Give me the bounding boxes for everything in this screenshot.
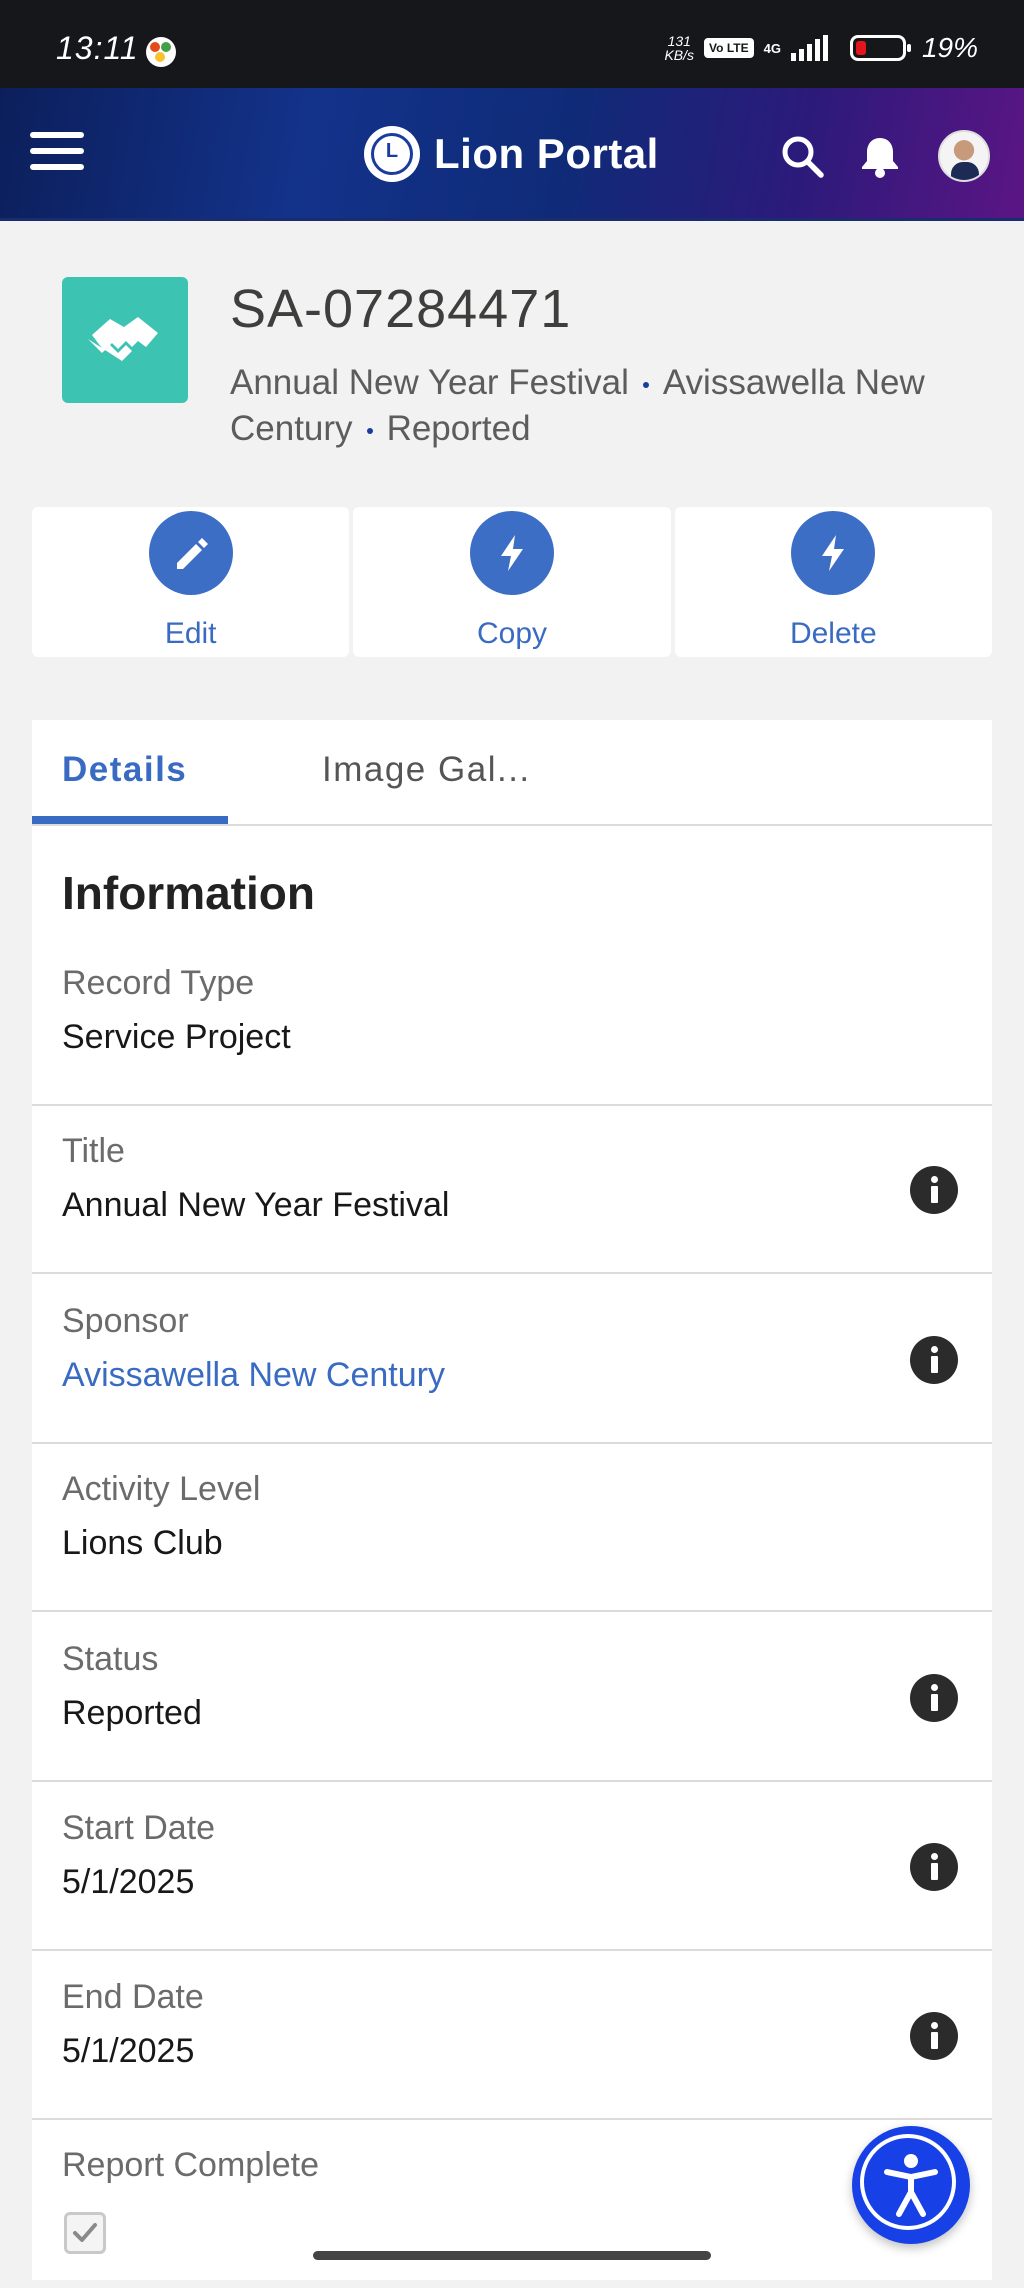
lightning-icon <box>791 511 876 595</box>
field-activity-level: Activity Level Lions Club <box>32 1444 992 1612</box>
field-value: Annual New Year Festival <box>62 1186 450 1224</box>
network-type: 4G <box>763 40 781 56</box>
field-label: Activity Level <box>62 1470 261 1508</box>
hamburger-menu-icon[interactable] <box>30 132 84 176</box>
user-avatar[interactable] <box>938 130 990 182</box>
field-title: Title Annual New Year Festival <box>32 1106 992 1274</box>
edit-button[interactable]: Edit <box>32 507 350 657</box>
copy-button[interactable]: Copy <box>353 507 671 657</box>
field-label: Title <box>62 1132 125 1170</box>
separator-dot <box>366 427 373 434</box>
field-label: End Date <box>62 1978 204 2016</box>
status-indicators: 131 KB/s Vo LTE 4G 19% <box>664 32 978 64</box>
record-subtitle: Annual New Year Festival Avissawella New … <box>230 360 930 452</box>
app-notification-icon <box>146 37 176 67</box>
app-title: Lion Portal <box>434 130 659 177</box>
field-record-type: Record Type Service Project <box>32 938 992 1106</box>
section-title: Information <box>62 867 315 919</box>
lions-logo-icon <box>364 126 420 182</box>
edit-button-label: Edit <box>164 617 217 650</box>
field-sponsor: Sponsor Avissawella New Century <box>32 1276 992 1444</box>
accessibility-icon <box>884 2154 938 2217</box>
record-subtitle-status: Reported <box>386 409 531 448</box>
handshake-icon <box>62 277 188 403</box>
info-icon[interactable] <box>910 2012 958 2060</box>
field-value: Reported <box>62 1694 202 1732</box>
signal-icon <box>790 35 828 61</box>
info-icon[interactable] <box>910 1336 958 1384</box>
field-status: Status Reported <box>32 1614 992 1782</box>
home-indicator[interactable] <box>313 2251 711 2260</box>
active-tab-indicator <box>32 816 228 824</box>
tab-image-gallery[interactable]: Image Gal... <box>322 750 531 790</box>
status-bar: 13:11 131 KB/s Vo LTE 4G 19% <box>0 0 1024 88</box>
brand: Lion Portal <box>364 124 659 184</box>
separator-dot <box>642 381 649 388</box>
tab-details[interactable]: Details <box>62 750 187 790</box>
field-end-date: End Date 5/1/2025 <box>32 1952 992 2120</box>
lightning-icon <box>469 511 554 595</box>
status-time: 13:11 <box>56 30 139 66</box>
field-value: Lions Club <box>62 1524 223 1562</box>
field-label: Record Type <box>62 964 255 1002</box>
network-speed: 131 KB/s <box>664 33 695 63</box>
field-label: Start Date <box>62 1809 216 1847</box>
field-value: 5/1/2025 <box>62 1863 195 1901</box>
notification-bell-icon[interactable] <box>856 132 904 180</box>
tab-bar: Details Image Gal... <box>32 720 992 826</box>
record-subtitle-title: Annual New Year Festival <box>230 363 629 402</box>
field-value: Service Project <box>62 1018 291 1056</box>
info-icon[interactable] <box>910 1166 958 1214</box>
delete-button[interactable]: Delete <box>674 507 992 657</box>
sponsor-link[interactable]: Avissawella New Century <box>62 1356 445 1395</box>
details-card: Details Image Gal... Information Record … <box>32 720 992 2280</box>
delete-button-label: Delete <box>789 617 877 650</box>
field-start-date: Start Date 5/1/2025 <box>32 1783 992 1951</box>
volte-icon: Vo LTE <box>704 38 754 58</box>
app-header: Lion Portal <box>0 88 1024 221</box>
pencil-icon <box>148 511 233 595</box>
battery-percent: 19% <box>921 32 978 63</box>
field-label: Status <box>62 1640 159 1678</box>
accessibility-button[interactable] <box>852 2126 970 2244</box>
action-bar: Edit Copy Delete <box>32 507 992 657</box>
search-icon[interactable] <box>780 134 824 178</box>
copy-button-label: Copy <box>476 617 548 650</box>
field-report-complete: Report Complete <box>32 2120 992 2288</box>
field-label: Report Complete <box>62 2146 320 2184</box>
info-icon[interactable] <box>910 1843 958 1891</box>
field-value: 5/1/2025 <box>62 2032 195 2070</box>
info-icon[interactable] <box>910 1674 958 1722</box>
report-complete-checkbox <box>64 2212 106 2254</box>
field-label: Sponsor <box>62 1302 189 1340</box>
battery-icon <box>849 35 911 61</box>
record-id: SA-07284471 <box>230 279 572 339</box>
